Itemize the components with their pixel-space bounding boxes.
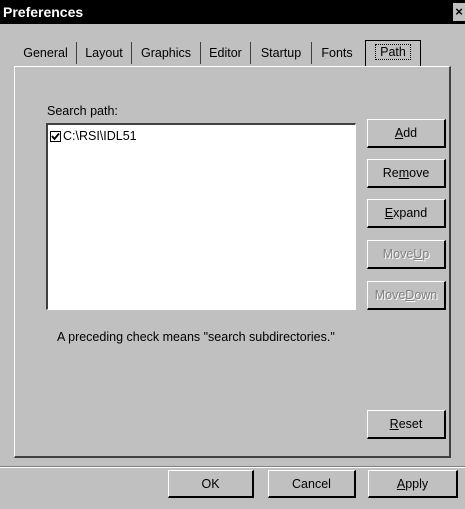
title-bar: Preferences × [0, 0, 465, 24]
tab-fonts[interactable]: Fonts [312, 42, 362, 64]
cancel-button[interactable]: Cancel [268, 470, 356, 498]
tab-general[interactable]: General [15, 42, 77, 64]
apply-button[interactable]: Apply [368, 470, 458, 498]
subdirectories-hint: A preceding check means "search subdirec… [57, 330, 335, 344]
close-icon[interactable]: × [453, 3, 465, 21]
search-path-label: Search path: [47, 104, 118, 118]
expand-button[interactable]: Expand [367, 199, 446, 228]
remove-button[interactable]: Re m ove [367, 159, 446, 188]
path-entry-text: C:\RSI\IDL51 [63, 129, 137, 143]
move-down-button[interactable]: Move Down [367, 281, 446, 310]
ok-button[interactable]: OK [168, 470, 254, 498]
checkbox-checked-icon[interactable] [50, 130, 61, 142]
divider [0, 466, 465, 468]
tab-editor[interactable]: Editor [201, 42, 251, 64]
move-up-button[interactable]: Move Up [367, 240, 446, 269]
reset-button[interactable]: Reset [367, 410, 446, 439]
tab-layout[interactable]: Layout [77, 42, 132, 64]
list-item[interactable]: C:\RSI\IDL51 [50, 129, 137, 143]
add-button[interactable]: Add [367, 119, 446, 148]
tab-graphics[interactable]: Graphics [132, 42, 201, 64]
search-path-list[interactable]: C:\RSI\IDL51 [46, 123, 356, 310]
window-title: Preferences [3, 4, 84, 20]
tab-path[interactable]: Path [365, 40, 421, 66]
tab-startup[interactable]: Startup [251, 42, 312, 64]
